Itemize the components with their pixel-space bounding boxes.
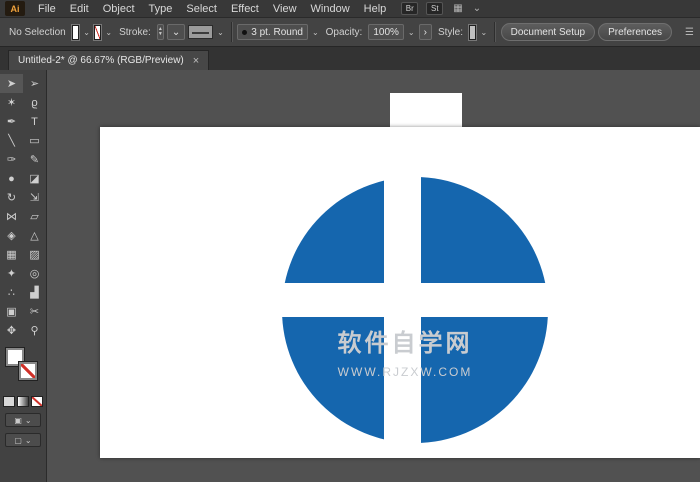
style-chevron-icon[interactable]: ⌄ [479, 28, 488, 37]
menu-effect[interactable]: Effect [224, 0, 266, 18]
screen-mode-icon: ▢ [14, 436, 22, 445]
stock-icon[interactable]: St [426, 2, 443, 15]
cross-horizontal-bar-object[interactable] [270, 283, 560, 317]
watermark: 软件自学网 WWW.RJZXW.COM [255, 323, 555, 379]
rotate-tool[interactable]: ↻ [0, 188, 23, 207]
watermark-line2: WWW.RJZXW.COM [255, 365, 555, 379]
menu-edit[interactable]: Edit [63, 0, 96, 18]
gradient-button[interactable] [17, 396, 29, 407]
line-segment-tool[interactable]: ╲ [0, 131, 23, 150]
menu-help[interactable]: Help [357, 0, 394, 18]
slice-tool[interactable]: ✂ [23, 302, 46, 321]
paintbrush-tool[interactable]: ✑ [0, 150, 23, 169]
column-graph-tool[interactable]: ▟ [23, 283, 46, 302]
gradient-tool[interactable]: ▨ [23, 245, 46, 264]
selection-status: No Selection [6, 27, 69, 38]
canvas[interactable]: 软件自学网 WWW.RJZXW.COM [47, 70, 700, 482]
brush-preview-icon [242, 30, 247, 35]
chevron-down-icon: ⌄ [25, 436, 32, 445]
stroke-swatch[interactable] [94, 25, 102, 40]
watermark-line1: 软件自学网 [255, 323, 555, 358]
free-transform-tool[interactable]: ▱ [23, 207, 46, 226]
zoom-tool[interactable]: ⚲ [23, 321, 46, 340]
document-tab[interactable]: Untitled-2* @ 66.67% (RGB/Preview) × [8, 50, 209, 70]
width-tool[interactable]: ⋈ [0, 207, 23, 226]
brush-name: 3 pt. Round [251, 27, 303, 38]
workspace-icon[interactable]: ▦ [453, 3, 462, 14]
illustrator-window: Ai File Edit Object Type Select Effect V… [0, 0, 700, 482]
chevron-down-icon: ⌄ [25, 416, 32, 425]
style-label: Style: [435, 27, 466, 38]
fill-stroke-block [0, 346, 46, 392]
hand-tool[interactable]: ✥ [0, 321, 23, 340]
document-tab-bar: Untitled-2* @ 66.67% (RGB/Preview) × [0, 47, 700, 70]
preferences-button[interactable]: Preferences [598, 23, 672, 41]
pen-tool[interactable]: ✒ [0, 112, 23, 131]
opacity-chevron-icon[interactable]: ⌄ [407, 28, 416, 37]
rectangle-tool[interactable]: ▭ [23, 131, 46, 150]
blob-brush-tool[interactable]: ● [0, 169, 23, 188]
stepper-down-icon[interactable]: ▼ [158, 32, 163, 37]
magic-wand-tool[interactable]: ✶ [0, 93, 23, 112]
draw-mode-icon: ▣ [14, 416, 22, 425]
menu-file[interactable]: File [31, 0, 63, 18]
style-swatch[interactable] [469, 25, 477, 40]
width-profile-chevron-icon[interactable]: ⌄ [216, 28, 225, 37]
menu-object[interactable]: Object [96, 0, 142, 18]
color-button[interactable] [3, 396, 15, 407]
artboard[interactable]: 软件自学网 WWW.RJZXW.COM [100, 127, 700, 458]
mesh-tool[interactable]: ▦ [0, 245, 23, 264]
draw-mode-button[interactable]: ▣ ⌄ [5, 413, 41, 427]
stroke-label: Stroke: [116, 27, 154, 38]
selection-tool[interactable]: ➤ [0, 74, 23, 93]
tools-panel: ➤ ➢ ✶ ϱ ✒ T ╲ ▭ ✑ ✎ ● ◪ ↻ ⇲ ⋈ ▱ ◈ △ ▦ ▨ … [0, 70, 47, 482]
chevron-down-icon[interactable]: ⌄ [473, 3, 481, 14]
stroke-chevron-icon[interactable]: ⌄ [104, 28, 113, 37]
brush-dropdown[interactable]: 3 pt. Round [237, 24, 308, 40]
direct-selection-tool[interactable]: ➢ [23, 74, 46, 93]
screen-mode-button[interactable]: ▢ ⌄ [5, 433, 41, 447]
opacity-label: Opacity: [323, 27, 366, 38]
control-bar: No Selection ⌄ ⌄ Stroke: ▲ ▼ ⌄ ⌄ 3 pt. R… [0, 18, 700, 47]
type-tool[interactable]: T [23, 112, 46, 131]
close-tab-icon[interactable]: × [193, 55, 199, 67]
symbol-sprayer-tool[interactable]: ∴ [0, 283, 23, 302]
opacity-value-dropdown[interactable]: 100% [368, 24, 404, 40]
width-profile-preview[interactable] [188, 25, 213, 39]
none-button[interactable] [31, 396, 43, 407]
eyedropper-tool[interactable]: ✦ [0, 264, 23, 283]
white-rectangle-object[interactable] [390, 93, 462, 128]
scale-tool[interactable]: ⇲ [23, 188, 46, 207]
stroke-weight-stepper[interactable]: ▲ ▼ [157, 24, 164, 40]
menubar: Ai File Edit Object Type Select Effect V… [0, 0, 700, 18]
fill-chevron-icon[interactable]: ⌄ [82, 28, 91, 37]
opacity-options-button[interactable]: › [419, 24, 432, 40]
menu-type[interactable]: Type [142, 0, 180, 18]
color-mode-row [0, 396, 46, 407]
document-setup-button[interactable]: Document Setup [501, 23, 596, 41]
menu-select[interactable]: Select [179, 0, 224, 18]
align-icon[interactable]: ☰ [685, 27, 694, 38]
menu-view[interactable]: View [266, 0, 304, 18]
fill-swatch[interactable] [72, 25, 80, 40]
bridge-icon[interactable]: Br [401, 2, 418, 15]
document-tab-title: Untitled-2* @ 66.67% (RGB/Preview) [18, 55, 184, 66]
shape-builder-tool[interactable]: ◈ [0, 226, 23, 245]
eraser-tool[interactable]: ◪ [23, 169, 46, 188]
menu-window[interactable]: Window [304, 0, 357, 18]
pencil-tool[interactable]: ✎ [23, 150, 46, 169]
app-logo-icon[interactable]: Ai [5, 1, 25, 16]
lasso-tool[interactable]: ϱ [23, 93, 46, 112]
blend-tool[interactable]: ◎ [23, 264, 46, 283]
stroke-weight-dropdown[interactable]: ⌄ [167, 24, 185, 40]
perspective-grid-tool[interactable]: △ [23, 226, 46, 245]
tools-grid: ➤ ➢ ✶ ϱ ✒ T ╲ ▭ ✑ ✎ ● ◪ ↻ ⇲ ⋈ ▱ ◈ △ ▦ ▨ … [0, 74, 46, 340]
stroke-color-swatch[interactable] [19, 362, 37, 380]
brush-chevron-icon[interactable]: ⌄ [311, 28, 320, 37]
artboard-tool[interactable]: ▣ [0, 302, 23, 321]
